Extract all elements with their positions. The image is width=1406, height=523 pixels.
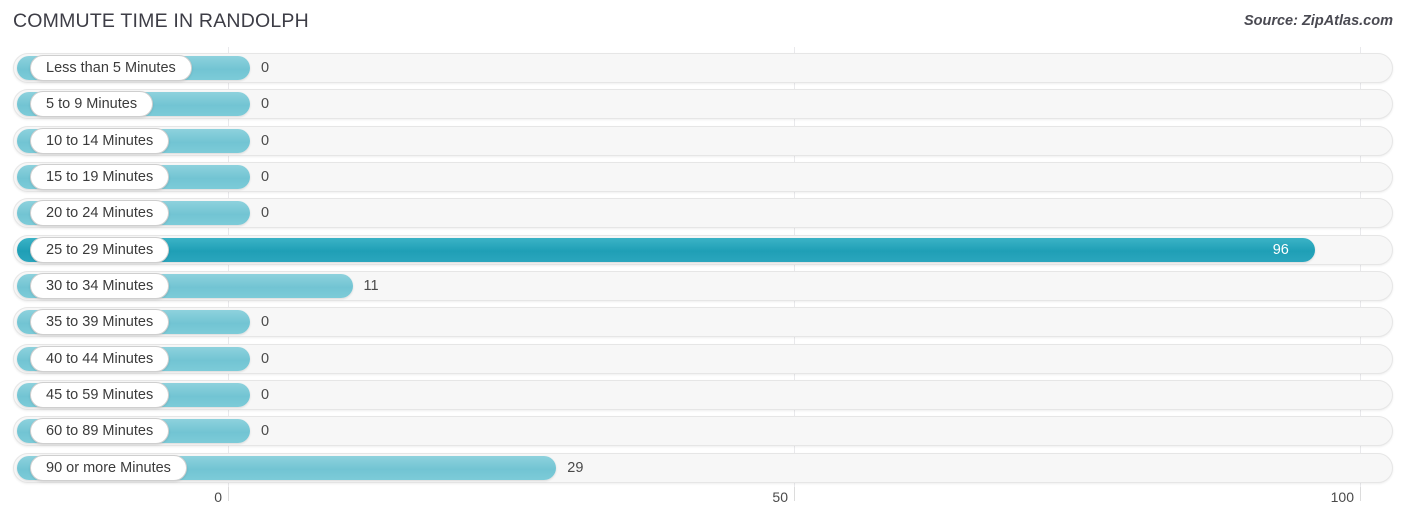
source-attribution: Source: ZipAtlas.com (1243, 13, 1393, 29)
value-label: 0 (261, 205, 270, 222)
bar-row[interactable]: 60 to 89 Minutes 0 (13, 416, 1393, 447)
value-label: 0 (261, 60, 270, 76)
axis-tick-line (1360, 487, 1361, 501)
value-label: 0 (261, 132, 270, 149)
category-label: 60 to 89 Minutes (30, 418, 170, 445)
bar-row[interactable]: 90 or more Minutes 29 (13, 452, 1393, 483)
value-label: 0 (261, 96, 270, 113)
category-label: 20 to 24 Minutes (30, 200, 170, 227)
bar-row[interactable]: 35 to 39 Minutes 0 (13, 307, 1393, 338)
category-label: 10 to 14 Minutes (30, 127, 170, 154)
bar-row[interactable]: 30 to 34 Minutes 11 (13, 270, 1393, 301)
category-label: 45 to 59 Minutes (30, 381, 170, 408)
bar-row[interactable]: 20 to 24 Minutes 0 (13, 198, 1393, 229)
bar-fill (17, 237, 1315, 262)
value-label: 0 (261, 423, 270, 440)
bar-row[interactable]: 15 to 19 Minutes 0 (13, 161, 1393, 192)
category-label: 30 to 34 Minutes (30, 272, 170, 299)
value-label: 11 (363, 277, 379, 294)
x-axis: 0 50 100 (0, 487, 1406, 523)
category-label: 35 to 39 Minutes (30, 309, 170, 336)
value-label: 0 (261, 350, 270, 367)
category-label: 5 to 9 Minutes (30, 91, 154, 118)
axis-tick-label: 0 (214, 489, 222, 505)
category-label: 90 or more Minutes (30, 454, 187, 481)
axis-tick-label: 50 (772, 489, 788, 505)
value-label: 0 (261, 386, 270, 403)
axis-tick-line (228, 487, 229, 501)
value-label: 0 (261, 314, 270, 331)
value-label-inside: 96 (1272, 241, 1289, 258)
chart-container: COMMUTE TIME IN RANDOLPH Source: ZipAtla… (0, 0, 1406, 523)
axis-tick-line (794, 487, 795, 501)
page-title: COMMUTE TIME IN RANDOLPH (13, 10, 309, 32)
category-label: Less than 5 Minutes (30, 55, 192, 81)
category-label: 25 to 29 Minutes (30, 236, 170, 263)
axis-tick-label: 100 (1330, 489, 1354, 505)
bar-row[interactable]: 40 to 44 Minutes 0 (13, 343, 1393, 374)
category-label: 15 to 19 Minutes (30, 163, 170, 190)
bar-row[interactable]: 25 to 29 Minutes 96 (13, 234, 1393, 265)
value-label: 0 (261, 168, 270, 185)
plot-area: Less than 5 Minutes 0 5 to 9 Minutes 0 10 to… (0, 47, 1406, 487)
bar-row[interactable]: Less than 5 Minutes 0 (13, 53, 1393, 83)
category-label: 40 to 44 Minutes (30, 345, 170, 372)
bar-row[interactable]: 5 to 9 Minutes 0 (13, 89, 1393, 120)
bar-row[interactable]: 45 to 59 Minutes 0 (13, 379, 1393, 410)
bar-row[interactable]: 10 to 14 Minutes 0 (13, 125, 1393, 156)
value-label: 29 (567, 459, 584, 476)
